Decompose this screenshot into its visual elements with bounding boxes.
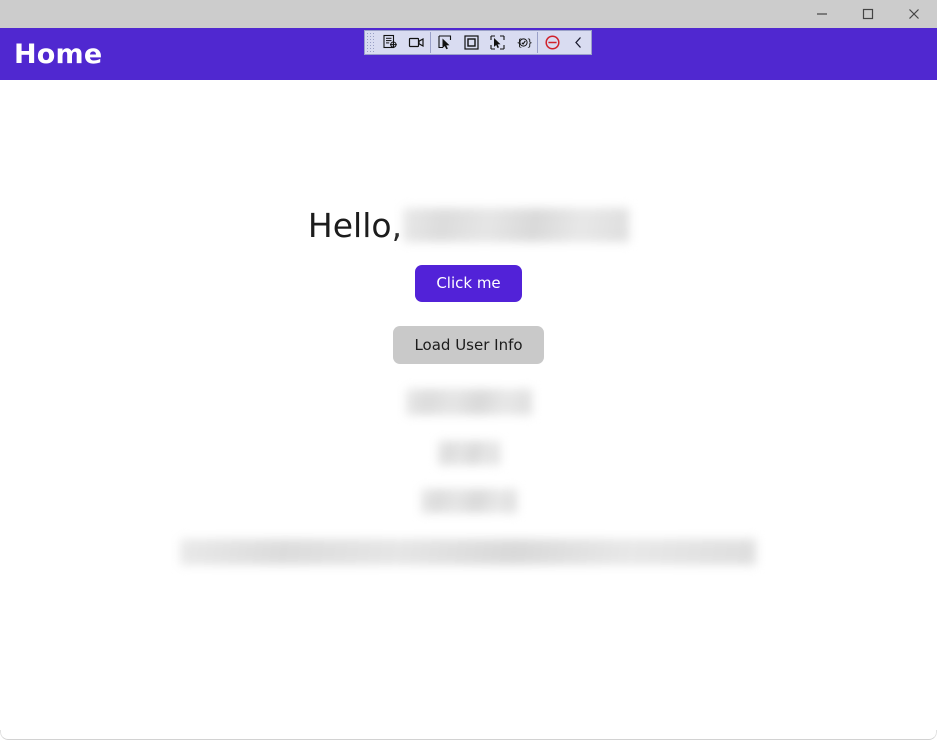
svg-text:}: } <box>526 38 531 49</box>
title-bar-drag-region[interactable] <box>0 0 799 28</box>
greeting-prefix: Hello, <box>307 205 403 245</box>
user-detail-wide-bar-redacted <box>179 539 756 565</box>
greeting: Hello, <box>307 205 630 245</box>
pointer-select-icon <box>437 34 454 51</box>
minimize-button[interactable] <box>799 0 845 28</box>
toolbar-separator-1 <box>430 32 431 53</box>
check-circle-icon: { } <box>515 34 532 51</box>
app-window: Home {Hello, Click me Load User Info <box>0 0 937 740</box>
user-detail-line-3-redacted <box>420 489 517 513</box>
user-detail-line-2-redacted <box>437 441 500 465</box>
pointer-capture-icon-button[interactable] <box>484 31 510 54</box>
check-circle-icon-button[interactable]: { } <box>510 31 536 54</box>
record-video-icon <box>408 34 425 51</box>
collapse-chevron-icon-button[interactable] <box>565 31 591 54</box>
stop-recording-icon-button[interactable] <box>539 31 565 54</box>
main-content: Hello, Click me Load User Info <box>0 80 937 740</box>
maximize-button[interactable] <box>845 0 891 28</box>
region-select-icon <box>463 34 480 51</box>
load-user-info-button[interactable]: Load User Info <box>393 325 544 364</box>
greeting-username-redacted <box>403 208 630 242</box>
title-bar <box>0 0 937 28</box>
pointer-capture-icon <box>489 34 506 51</box>
inspect-document-icon <box>382 34 399 51</box>
minimize-icon <box>816 8 828 20</box>
close-button[interactable] <box>891 0 937 28</box>
click-me-button[interactable]: Click me <box>415 265 522 302</box>
pointer-select-icon-button[interactable] <box>432 31 458 54</box>
toolbar-separator-2 <box>537 32 538 53</box>
user-detail-line-1-redacted <box>405 389 532 415</box>
toolbar-drag-handle[interactable] <box>366 32 375 53</box>
stop-recording-icon <box>544 34 561 51</box>
record-video-icon-button[interactable] <box>403 31 429 54</box>
collapse-chevron-icon <box>571 35 586 50</box>
automation-toolbar[interactable]: { } <box>364 30 592 55</box>
maximize-icon <box>862 8 874 20</box>
region-select-icon-button[interactable] <box>458 31 484 54</box>
page-title: Home <box>14 38 103 70</box>
inspect-document-icon-button[interactable] <box>377 31 403 54</box>
close-icon <box>908 8 920 20</box>
